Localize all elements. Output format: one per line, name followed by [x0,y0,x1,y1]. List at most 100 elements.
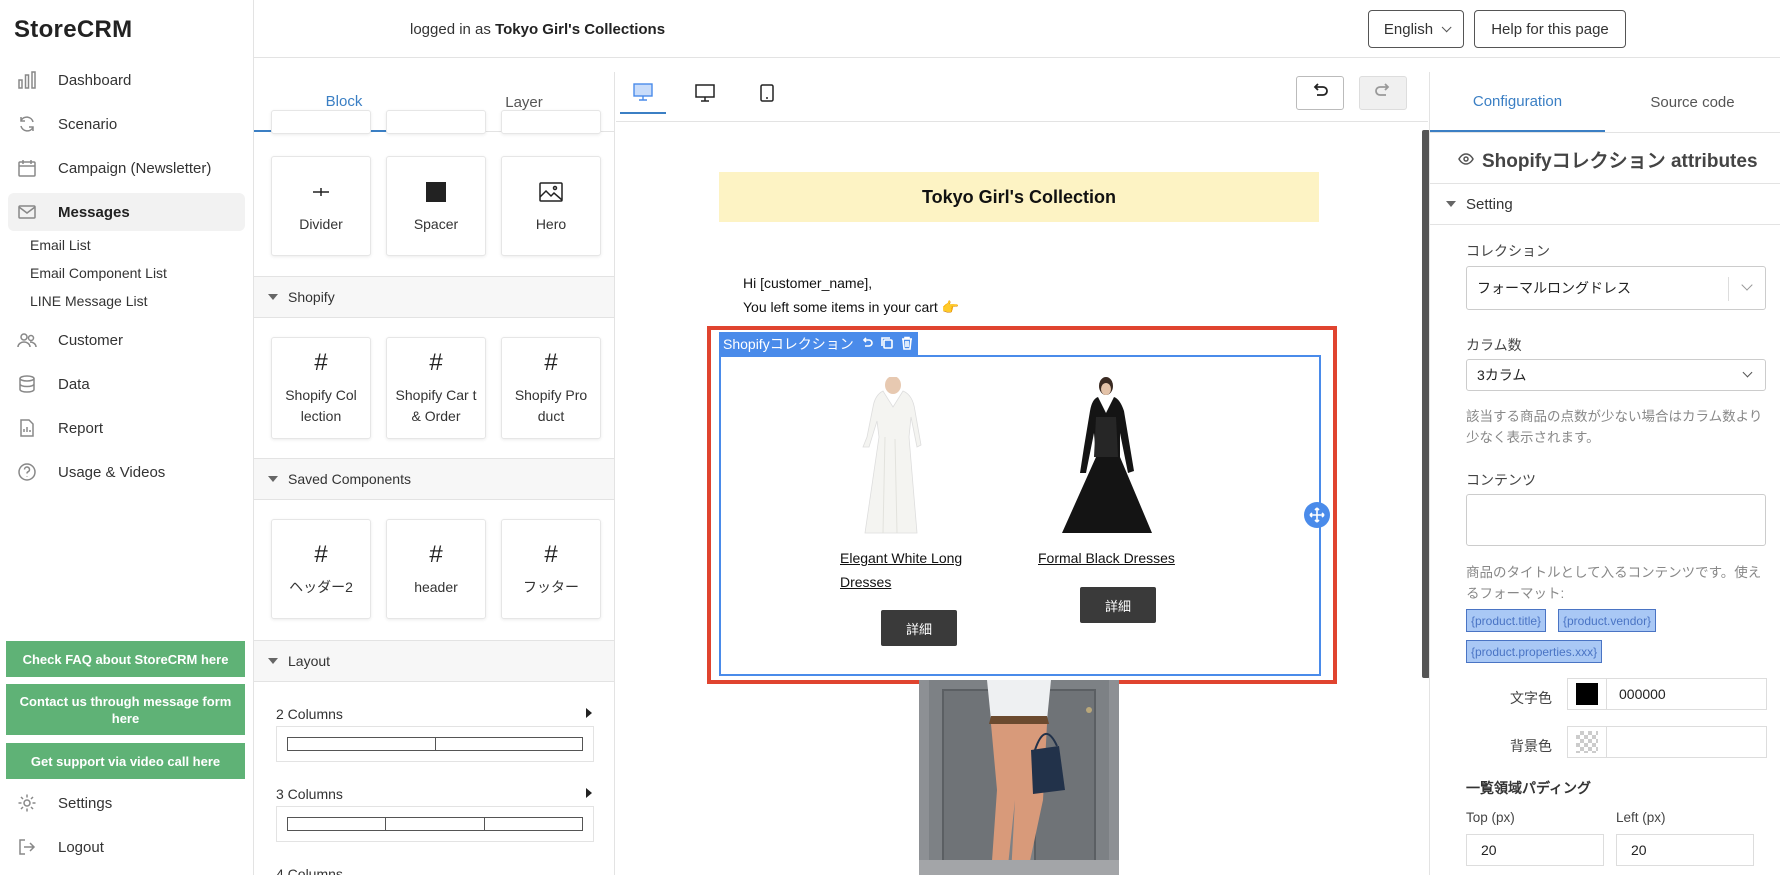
product-image-black-dress[interactable] [1054,377,1156,535]
sidebar: StoreCRM Dashboard Scenario Campaign (Ne… [0,0,254,875]
sidebar-item-messages[interactable]: Messages [8,193,245,231]
block-tile-saved-header[interactable]: # header [386,519,486,619]
section-saved-components[interactable]: Saved Components [254,458,614,500]
help-page-button[interactable]: Help for this page [1474,10,1626,48]
layout-3-columns-preview[interactable] [276,806,594,842]
sidebar-item-scenario[interactable]: Scenario [8,105,245,143]
store-name: Tokyo Girl's Collections [495,21,666,38]
layout-4-columns[interactable]: 4 Columns [276,866,594,875]
sidebar-item-label: Settings [58,794,113,812]
product-image-white-dress[interactable] [855,376,925,535]
mobile-view-button[interactable] [744,76,790,114]
email-message[interactable]: You left some items in your cart 👉 [743,299,959,316]
undo-button[interactable] [1296,76,1344,110]
text-color-label: 文字色 [1510,690,1552,706]
block-tile-hidden[interactable] [271,110,371,134]
sidebar-item-settings[interactable]: Settings [8,784,245,822]
columns-select[interactable]: 3カラム [1466,359,1766,391]
duplicate-icon[interactable] [880,336,894,353]
sidebar-subitem-email-component-list[interactable]: Email Component List [30,265,167,281]
layout-2-columns[interactable]: 2 Columns [276,706,594,722]
color-swatch[interactable] [1576,683,1598,705]
tab-configuration[interactable]: Configuration [1430,72,1605,132]
video-call-support-button[interactable]: Get support via video call here [6,743,245,779]
canvas-toolbar [616,72,1428,122]
undo-icon [1311,83,1329,103]
text-color-input[interactable]: 000000 [1567,678,1767,710]
tile-label: header [414,578,458,595]
language-select[interactable]: English [1368,10,1464,48]
section-layout[interactable]: Layout [254,640,614,682]
selected-block-tag: Shopifyコレクション [719,332,918,356]
layout-3-columns[interactable]: 3 Columns [276,786,594,802]
product-name-link[interactable]: Elegant White Long Dresses [840,546,970,594]
product-name-link[interactable]: Formal Black Dresses [1038,546,1188,570]
block-tile-saved-footer[interactable]: # フッター [501,519,601,619]
desktop-view-button[interactable] [682,76,728,114]
sidebar-item-label: Report [58,419,104,437]
sidebar-item-report[interactable]: Report [8,409,245,447]
collection-value: フォーマルロングドレス [1477,280,1631,296]
sidebar-item-customer[interactable]: Customer [8,321,245,359]
block-tile-shopify-cart-order[interactable]: # Shopify Car t & Order [386,337,486,439]
faq-support-button[interactable]: Check FAQ about StoreCRM here [6,641,245,677]
responsive-view-button[interactable] [620,76,666,114]
sidebar-item-campaign[interactable]: Campaign (Newsletter) [8,149,245,187]
caret-right-icon [586,708,592,718]
sidebar-item-usage-videos[interactable]: Usage & Videos [8,453,245,491]
trash-icon[interactable] [900,336,914,353]
move-handle-icon[interactable] [1304,502,1330,528]
redo-icon [1374,83,1392,103]
block-tile-saved-header2[interactable]: # ヘッダー2 [271,519,371,619]
bg-color-label: 背景色 [1510,738,1552,754]
block-undo-icon[interactable] [860,336,874,353]
mobile-icon [760,84,774,106]
desktop-icon [695,84,715,106]
email-greeting[interactable]: Hi [customer_name], [743,275,872,291]
product-detail-button[interactable]: 詳細 [881,610,957,646]
contact-form-support-button[interactable]: Contact us through message form here [6,684,245,735]
sidebar-item-label: Data [58,375,90,393]
collection-select[interactable]: フォーマルロングドレス [1466,266,1766,310]
block-tile-hidden[interactable] [501,110,601,134]
block-tile-shopify-product[interactable]: # Shopify Pro duct [501,337,601,439]
app-logo[interactable]: StoreCRM [14,16,132,44]
redo-button[interactable] [1359,76,1407,110]
block-tile-spacer[interactable]: Spacer [386,156,486,256]
eye-icon [1458,149,1474,171]
email-header-banner[interactable]: Tokyo Girl's Collection [719,172,1319,222]
content-textarea[interactable] [1466,494,1766,546]
config-section-setting[interactable]: Setting [1430,183,1780,225]
left-padding-input[interactable]: 20 [1616,834,1754,866]
product-detail-button[interactable]: 詳細 [1080,587,1156,623]
tab-source-code[interactable]: Source code [1605,72,1780,132]
sidebar-item-logout[interactable]: Logout [8,828,245,866]
section-label: Saved Components [288,471,411,487]
caret-down-icon [268,658,278,664]
content-label: コンテンツ [1466,472,1536,488]
sidebar-item-label: Customer [58,331,124,349]
email-hero-image[interactable] [919,680,1119,875]
layout-2-columns-preview[interactable] [276,726,594,762]
caret-down-icon [268,294,278,300]
block-tile-hidden[interactable] [386,110,486,134]
sidebar-subitem-email-list[interactable]: Email List [30,237,91,253]
content-help-text: 商品のタイトルとして入るコンテンツです。使えるフォーマット: [1466,565,1762,601]
section-shopify[interactable]: Shopify [254,276,614,318]
top-padding-input[interactable]: 20 [1466,834,1604,866]
sidebar-subitem-line-message-list[interactable]: LINE Message List [30,293,148,309]
sidebar-item-data[interactable]: Data [8,365,245,403]
section-label: Layout [288,653,331,669]
block-tile-hero[interactable]: Hero [501,156,601,256]
format-chip-properties[interactable]: {product.properties.xxx} [1466,640,1603,663]
format-chip-vendor[interactable]: {product.vendor} [1558,609,1657,632]
shopify-collection-block[interactable] [719,355,1321,676]
refresh-icon [16,113,38,135]
block-tile-divider[interactable]: Divider [271,156,371,256]
block-tile-shopify-collection[interactable]: # Shopify Col lection [271,337,371,439]
layout-label: 4 Columns [276,866,343,875]
sidebar-item-dashboard[interactable]: Dashboard [8,61,245,99]
bg-color-input[interactable] [1567,726,1767,758]
transparent-swatch[interactable] [1576,731,1598,753]
format-chip-title[interactable]: {product.title} [1466,609,1547,632]
